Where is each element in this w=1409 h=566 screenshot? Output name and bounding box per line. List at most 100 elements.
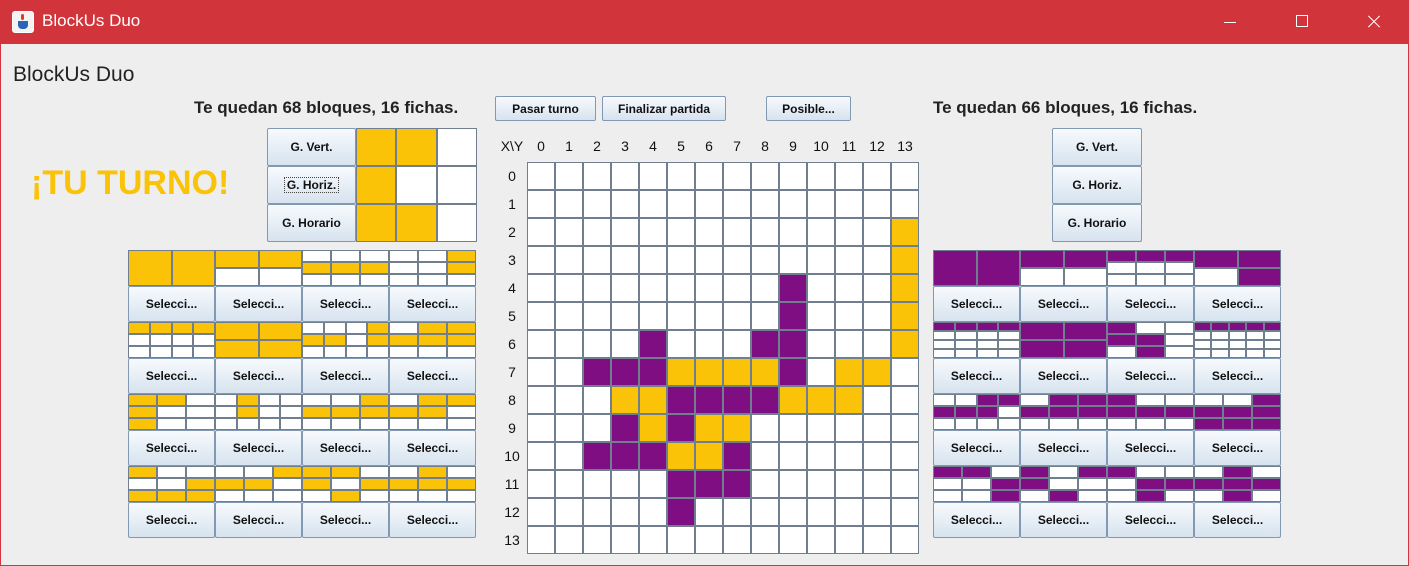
board-cell[interactable]	[612, 247, 638, 273]
board-cell[interactable]	[556, 387, 582, 413]
board-cell[interactable]	[668, 359, 694, 385]
board-cell[interactable]	[864, 303, 890, 329]
board-cell[interactable]	[752, 247, 778, 273]
board-cell[interactable]	[668, 471, 694, 497]
board-cell[interactable]	[584, 359, 610, 385]
left-select-piece-button[interactable]: Selecci...	[389, 502, 476, 538]
board-cell[interactable]	[556, 499, 582, 525]
right-select-piece-button[interactable]: Selecci...	[1107, 430, 1194, 466]
board-cell[interactable]	[892, 275, 918, 301]
board-cell[interactable]	[612, 219, 638, 245]
board-cell[interactable]	[696, 163, 722, 189]
board-cell[interactable]	[640, 415, 666, 441]
board-cell[interactable]	[780, 415, 806, 441]
board-cell[interactable]	[864, 527, 890, 553]
board-cell[interactable]	[640, 331, 666, 357]
board-cell[interactable]	[724, 527, 750, 553]
board-cell[interactable]	[864, 191, 890, 217]
board-cell[interactable]	[864, 499, 890, 525]
board-cell[interactable]	[836, 471, 862, 497]
right-select-piece-button[interactable]: Selecci...	[1194, 358, 1281, 394]
board-cell[interactable]	[584, 163, 610, 189]
board-cell[interactable]	[836, 527, 862, 553]
board-cell[interactable]	[864, 387, 890, 413]
left-select-piece-button[interactable]: Selecci...	[302, 286, 389, 322]
left-select-piece-button[interactable]: Selecci...	[389, 358, 476, 394]
game-board[interactable]	[527, 162, 919, 554]
board-cell[interactable]	[640, 471, 666, 497]
board-cell[interactable]	[808, 443, 834, 469]
board-cell[interactable]	[584, 303, 610, 329]
board-cell[interactable]	[836, 275, 862, 301]
board-cell[interactable]	[892, 163, 918, 189]
left-select-piece-button[interactable]: Selecci...	[128, 286, 215, 322]
board-cell[interactable]	[556, 471, 582, 497]
board-cell[interactable]	[780, 359, 806, 385]
board-cell[interactable]	[696, 527, 722, 553]
board-cell[interactable]	[892, 443, 918, 469]
board-cell[interactable]	[836, 415, 862, 441]
board-cell[interactable]	[808, 275, 834, 301]
right-rotate-clockwise-button[interactable]: G. Horario	[1052, 204, 1142, 242]
right-select-piece-button[interactable]: Selecci...	[1107, 502, 1194, 538]
board-cell[interactable]	[584, 247, 610, 273]
board-cell[interactable]	[836, 191, 862, 217]
right-select-piece-button[interactable]: Selecci...	[1020, 358, 1107, 394]
right-select-piece-button[interactable]: Selecci...	[1107, 358, 1194, 394]
board-cell[interactable]	[864, 275, 890, 301]
board-cell[interactable]	[780, 275, 806, 301]
board-cell[interactable]	[808, 387, 834, 413]
left-select-piece-button[interactable]: Selecci...	[215, 286, 302, 322]
board-cell[interactable]	[892, 359, 918, 385]
possible-moves-button[interactable]: Posible...	[766, 96, 851, 121]
board-cell[interactable]	[528, 191, 554, 217]
board-cell[interactable]	[696, 275, 722, 301]
board-cell[interactable]	[752, 303, 778, 329]
right-select-piece-button[interactable]: Selecci...	[1020, 502, 1107, 538]
board-cell[interactable]	[780, 191, 806, 217]
board-cell[interactable]	[724, 443, 750, 469]
board-cell[interactable]	[752, 275, 778, 301]
right-rotate-vertical-button[interactable]: G. Vert.	[1052, 128, 1142, 166]
board-cell[interactable]	[668, 247, 694, 273]
board-cell[interactable]	[752, 163, 778, 189]
board-cell[interactable]	[668, 191, 694, 217]
board-cell[interactable]	[528, 331, 554, 357]
board-cell[interactable]	[724, 331, 750, 357]
board-cell[interactable]	[752, 359, 778, 385]
board-cell[interactable]	[864, 219, 890, 245]
board-cell[interactable]	[640, 387, 666, 413]
board-cell[interactable]	[612, 163, 638, 189]
board-cell[interactable]	[640, 303, 666, 329]
board-cell[interactable]	[696, 219, 722, 245]
right-select-piece-button[interactable]: Selecci...	[933, 358, 1020, 394]
board-cell[interactable]	[584, 275, 610, 301]
board-cell[interactable]	[724, 415, 750, 441]
board-cell[interactable]	[752, 499, 778, 525]
board-cell[interactable]	[836, 387, 862, 413]
board-cell[interactable]	[640, 499, 666, 525]
board-cell[interactable]	[752, 387, 778, 413]
board-cell[interactable]	[584, 443, 610, 469]
board-cell[interactable]	[864, 471, 890, 497]
board-cell[interactable]	[808, 527, 834, 553]
right-select-piece-button[interactable]: Selecci...	[933, 430, 1020, 466]
board-cell[interactable]	[640, 191, 666, 217]
board-cell[interactable]	[556, 303, 582, 329]
board-cell[interactable]	[836, 163, 862, 189]
board-cell[interactable]	[612, 415, 638, 441]
board-cell[interactable]	[808, 191, 834, 217]
board-cell[interactable]	[584, 527, 610, 553]
board-cell[interactable]	[696, 247, 722, 273]
board-cell[interactable]	[528, 303, 554, 329]
board-cell[interactable]	[528, 499, 554, 525]
right-select-piece-button[interactable]: Selecci...	[1194, 430, 1281, 466]
board-cell[interactable]	[836, 303, 862, 329]
board-cell[interactable]	[696, 471, 722, 497]
right-select-piece-button[interactable]: Selecci...	[1020, 430, 1107, 466]
right-select-piece-button[interactable]: Selecci...	[933, 502, 1020, 538]
board-cell[interactable]	[892, 303, 918, 329]
right-select-piece-button[interactable]: Selecci...	[1107, 286, 1194, 322]
board-cell[interactable]	[612, 499, 638, 525]
board-cell[interactable]	[836, 359, 862, 385]
